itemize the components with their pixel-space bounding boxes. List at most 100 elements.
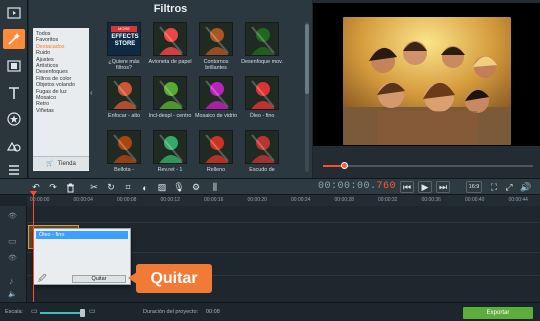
- fullscreen-icon[interactable]: ⤢: [503, 182, 515, 193]
- duration-value: 00:08: [206, 309, 220, 315]
- filter-thumbnail-label: Escudo de: [249, 167, 275, 173]
- ruler-tick-label: 00:00:20: [247, 197, 267, 203]
- filter-thumbnail[interactable]: [245, 130, 279, 164]
- category-item[interactable]: Ajustes: [36, 57, 54, 63]
- filter-thumbnail-label: ¿Quiere más filtros?: [108, 59, 140, 72]
- scale-label: Escala:: [5, 309, 24, 315]
- applied-filter-item[interactable]: Óleo - fino: [36, 231, 128, 239]
- playback-track[interactable]: [323, 165, 533, 167]
- filter-thumbnail-label: Óleo - fino: [249, 113, 275, 119]
- ruler-tick-label: 00:00:40: [465, 197, 485, 203]
- filters-scrollbar-thumb[interactable]: [305, 24, 309, 94]
- shop-button[interactable]: 🛒 Tienda: [33, 156, 89, 170]
- rotate-icon[interactable]: ↻: [105, 182, 117, 193]
- filter-thumbnail[interactable]: [245, 76, 279, 110]
- track-divider: [27, 222, 540, 223]
- ruler-tick-label: 00:00:32: [378, 197, 398, 203]
- star-icon[interactable]: [3, 109, 25, 129]
- category-item[interactable]: Filtros de color: [36, 76, 71, 82]
- ruler-tick-label: 00:00:12: [160, 197, 180, 203]
- filter-thumbnail[interactable]: [107, 76, 141, 110]
- category-item[interactable]: Objetos volando: [36, 82, 75, 88]
- video-track-icon: ▭: [8, 236, 17, 246]
- volume-icon[interactable]: 🔊: [520, 182, 532, 193]
- color-adjust-icon[interactable]: ◐: [139, 182, 151, 193]
- ruler-tick-label: 00:00:24: [291, 197, 311, 203]
- filmstrip-icon[interactable]: [3, 56, 25, 76]
- playback-handle[interactable]: [341, 162, 348, 169]
- shop-label: Tienda: [57, 160, 76, 167]
- filter-thumbnail-label: Rev.ret - 1: [157, 167, 183, 173]
- left-toolbar: [0, 0, 28, 178]
- category-item[interactable]: Retro: [36, 101, 49, 107]
- microphone-icon[interactable]: 🎙: [173, 182, 185, 193]
- timeline-ruler[interactable]: 00:00:00 00:00:04 00:00:08 00:00:12 00:00:16…: [27, 195, 540, 206]
- filter-thumbnail-label: Mosaico de vidrio: [195, 113, 237, 119]
- previous-icon[interactable]: ⏮: [400, 181, 414, 193]
- category-item[interactable]: Ruido: [36, 50, 50, 56]
- category-item[interactable]: Destacados: [36, 44, 64, 50]
- preview-frame: [313, 3, 540, 146]
- category-item[interactable]: Favoritos: [36, 37, 58, 43]
- filter-thumbnail[interactable]: [245, 22, 279, 56]
- filter-thumbnail-label: Relleno: [206, 167, 226, 173]
- zoom-fit-icon[interactable]: ⛶: [488, 182, 500, 193]
- cut-icon[interactable]: ✂: [88, 182, 100, 193]
- category-item[interactable]: Todos: [36, 31, 50, 37]
- category-item[interactable]: Viñetas: [36, 108, 54, 114]
- settings-icon[interactable]: ⚙: [190, 182, 202, 193]
- filter-thumbnail[interactable]: [153, 76, 187, 110]
- visibility-icon[interactable]: 👁: [8, 254, 17, 262]
- filter-thumbnail[interactable]: [199, 76, 233, 110]
- playhead[interactable]: [33, 192, 34, 302]
- play-icon[interactable]: ▶: [418, 181, 432, 193]
- track-headers: 👁 ▭ 👁 ♪ 🔈: [0, 206, 27, 302]
- filter-thumbnail-label: Desenfoque mov.: [241, 59, 283, 65]
- filter-thumbnail[interactable]: [153, 22, 187, 56]
- store-badge: MORE: [111, 26, 137, 32]
- delete-icon[interactable]: [64, 182, 76, 193]
- store-text-2: STORE: [114, 41, 136, 47]
- filter-thumbnail-label: Avioneta de papel: [148, 59, 192, 65]
- filter-thumbnail[interactable]: [199, 130, 233, 164]
- filter-thumbnail[interactable]: [107, 130, 141, 164]
- next-icon[interactable]: ⏭: [436, 181, 450, 193]
- equalizer-icon[interactable]: ⫼: [209, 182, 221, 193]
- store-text-1: EFFECTS: [111, 34, 139, 40]
- filter-thumbnail[interactable]: [199, 22, 233, 56]
- filter-thumbnail[interactable]: [153, 130, 187, 164]
- export-button[interactable]: Exportar: [463, 307, 533, 319]
- category-item[interactable]: Artísticos: [36, 63, 58, 69]
- magic-wand-icon[interactable]: [3, 29, 25, 49]
- scale-slider-handle[interactable]: [80, 309, 85, 317]
- filter-thumbnail[interactable]: MORE EFFECTS STORE: [107, 22, 141, 56]
- remove-filter-button[interactable]: Quitar: [72, 275, 126, 283]
- zoom-in-icon[interactable]: ▭: [89, 307, 96, 315]
- crop-icon[interactable]: ⌗: [122, 182, 134, 193]
- image-icon[interactable]: ▨: [156, 182, 168, 193]
- filter-popup: Óleo - fino 🖉 Quitar: [33, 228, 131, 285]
- filter-settings-icon[interactable]: 🖉: [38, 273, 48, 283]
- ruler-tick-label: 00:00:16: [204, 197, 224, 203]
- zoom-out-icon[interactable]: ▭: [31, 307, 38, 315]
- category-item[interactable]: Fugas de luz: [36, 89, 67, 95]
- shapes-icon[interactable]: [3, 136, 25, 156]
- scale-slider-fill: [40, 312, 82, 314]
- status-bar: Escala: ▭ ▭ Duración del proyecto: 00:08…: [0, 302, 540, 321]
- import-icon[interactable]: [3, 3, 25, 23]
- category-item[interactable]: Desenfoques: [36, 69, 68, 75]
- collapse-arrow-icon[interactable]: ‹: [90, 88, 96, 98]
- aspect-ratio-button[interactable]: 16:9: [466, 181, 482, 193]
- redo-icon[interactable]: ↷: [47, 182, 59, 193]
- eye-icon[interactable]: 👁: [8, 212, 17, 220]
- ruler-tick-label: 00:00:36: [421, 197, 441, 203]
- mute-icon[interactable]: 🔈: [8, 290, 17, 298]
- quitar-callout: Quitar: [136, 264, 212, 293]
- panel-title: Filtros: [153, 3, 188, 15]
- music-icon: ♪: [9, 276, 14, 286]
- category-item[interactable]: Mosaico: [36, 95, 56, 101]
- ruler-tick-label: 00:00:44: [508, 197, 528, 203]
- text-icon[interactable]: [3, 83, 25, 103]
- duration-label: Duración del proyecto:: [143, 309, 199, 315]
- list-icon[interactable]: [3, 160, 25, 180]
